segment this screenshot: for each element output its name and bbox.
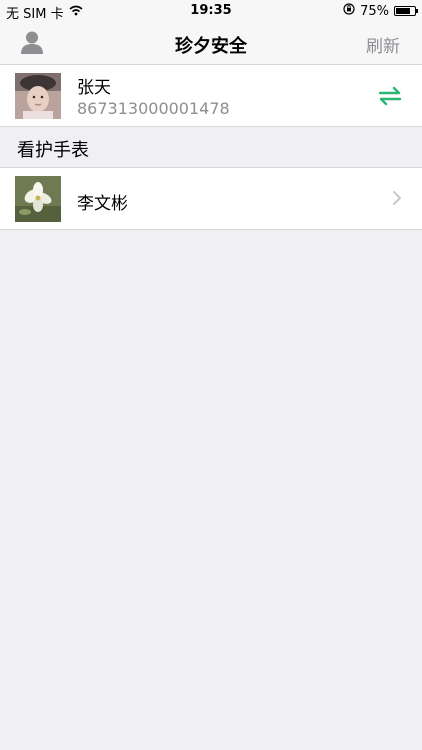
switch-arrows-icon[interactable]: [378, 86, 402, 106]
section-title: 看护手表: [17, 140, 89, 161]
watch-name: 李文彬: [77, 194, 128, 214]
orientation-lock-icon: [343, 3, 355, 19]
battery-nub: [416, 9, 418, 13]
account-row[interactable]: 张天 867313000001478: [0, 65, 422, 127]
list-item[interactable]: 李文彬: [0, 167, 422, 230]
nav-bar: 珍夕安全 刷新: [0, 22, 422, 65]
page-title: 珍夕安全: [175, 36, 247, 57]
status-bar: 无 SIM 卡 19:35 75%: [0, 0, 422, 22]
watch-avatar: [15, 176, 61, 222]
status-right: 75%: [343, 3, 418, 19]
account-id: 867313000001478: [77, 99, 230, 118]
account-avatar: [15, 73, 61, 119]
battery-percent: 75%: [360, 3, 389, 19]
battery-icon: [394, 6, 418, 16]
battery-fill: [396, 8, 410, 14]
refresh-button[interactable]: 刷新: [366, 32, 400, 57]
account-name: 张天: [77, 78, 111, 98]
chevron-right-icon: [392, 190, 402, 206]
section-header: 看护手表: [0, 127, 422, 167]
